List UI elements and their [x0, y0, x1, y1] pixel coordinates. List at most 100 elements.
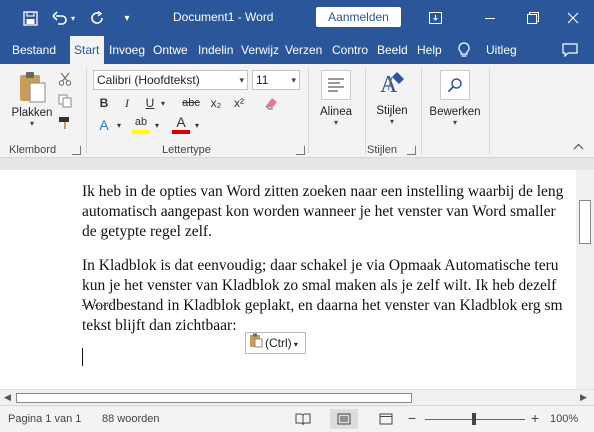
paragraph-2-line-1: In Kladblok is dat eenvoudig; daar schak… — [82, 257, 559, 274]
minimize-icon[interactable] — [480, 8, 500, 28]
paragraph-1-line-2: automatisch aangepast kon worden wanneer… — [82, 203, 556, 220]
paragraph-2-line-2: kun je het venster van Kladblok zo smal … — [82, 277, 557, 294]
tell-me-search[interactable]: Uitleg — [486, 36, 526, 64]
read-mode-icon[interactable] — [295, 411, 311, 427]
group-divider — [365, 68, 366, 154]
tab-ontwerpen[interactable]: Ontwe — [153, 36, 190, 64]
paste-icon — [20, 72, 46, 103]
web-layout-icon[interactable] — [378, 411, 394, 427]
paragraph-2-line-3: Wordbestand in Kladblok geplakt, en daar… — [82, 297, 563, 314]
chevron-down-icon: ▾ — [239, 75, 244, 85]
paste-options-label: (Ctrl) — [265, 336, 292, 350]
font-name-select[interactable]: Calibri (Hoofdtekst) ▾ — [93, 70, 248, 90]
font-launcher-icon[interactable] — [296, 146, 305, 155]
document-area[interactable]: Ik heb in de opties van Word zitten zoek… — [0, 158, 594, 389]
page-count[interactable]: Pagina 1 van 1 — [8, 413, 81, 425]
chevron-down-icon: ▾ — [389, 117, 394, 126]
font-name-value: Calibri (Hoofdtekst) — [97, 73, 200, 87]
paragraph-button[interactable]: Alinea ▾ — [314, 68, 358, 138]
subscript-button[interactable]: x₂ — [207, 94, 225, 112]
vertical-scrollbar[interactable] — [576, 170, 594, 389]
search-icon — [440, 70, 470, 100]
collapse-ribbon-icon[interactable] — [573, 141, 584, 153]
document-title: Document1 - Word — [173, 10, 274, 24]
paste-button[interactable]: Plakken ▾ — [8, 70, 56, 138]
close-icon[interactable] — [563, 8, 583, 28]
clipboard-launcher-icon[interactable] — [72, 146, 81, 155]
chevron-down-icon: ▾ — [333, 118, 338, 127]
chevron-down-icon: ▾ — [291, 75, 296, 85]
print-layout-icon[interactable] — [330, 409, 358, 429]
horizontal-scrollbar[interactable]: ◀ ▶ — [0, 389, 594, 405]
tab-invoegen[interactable]: Invoeg — [109, 36, 149, 64]
redo-icon[interactable] — [88, 9, 106, 27]
strikethrough-button[interactable]: abc — [180, 94, 202, 112]
tab-start[interactable]: Start — [70, 36, 104, 64]
comments-icon[interactable] — [562, 36, 580, 64]
vertical-scrollbar-thumb[interactable] — [579, 200, 591, 244]
word-count[interactable]: 88 woorden — [102, 413, 160, 425]
scroll-right-icon[interactable]: ▶ — [580, 392, 587, 403]
group-divider — [421, 68, 422, 154]
ribbon-display-options-icon[interactable] — [425, 8, 445, 28]
group-divider — [308, 68, 309, 154]
paragraph-label: Alinea — [320, 106, 352, 118]
styles-launcher-icon[interactable] — [407, 146, 416, 155]
restore-icon[interactable] — [523, 8, 543, 28]
sign-in-button[interactable]: Aanmelden — [316, 7, 401, 27]
zoom-level[interactable]: 100% — [550, 413, 578, 425]
tab-beeld[interactable]: Beeld — [377, 36, 409, 64]
underline-button[interactable]: U — [141, 94, 159, 112]
editing-label: Bewerken — [429, 106, 481, 118]
paste-label: Plakken — [11, 107, 53, 119]
zoom-slider-thumb[interactable] — [472, 413, 476, 425]
group-divider — [86, 68, 87, 154]
font-size-value: 11 — [256, 73, 269, 87]
chevron-down-icon: ▾ — [291, 340, 298, 349]
horizontal-scrollbar-thumb[interactable] — [16, 393, 412, 403]
highlight-dropdown-icon[interactable]: ▾ — [152, 116, 162, 134]
text-effects-button[interactable]: A — [95, 116, 113, 134]
tab-indeling[interactable]: Indelin — [198, 36, 236, 64]
styles-button[interactable]: A Stijlen ▾ — [368, 68, 416, 138]
styles-group-label: Stijlen — [367, 144, 397, 156]
highlight-button[interactable]: ab — [132, 114, 150, 134]
font-group-label: Lettertype — [162, 144, 211, 156]
underline-dropdown-icon[interactable]: ▾ — [158, 94, 168, 112]
tab-controleren[interactable]: Contro — [332, 36, 370, 64]
paste-options-button[interactable]: (Ctrl) ▾ — [245, 332, 306, 354]
customize-quick-access-icon[interactable]: ▾ — [118, 9, 136, 27]
group-divider — [489, 68, 490, 154]
tab-verzendlijsten[interactable]: Verzen — [285, 36, 325, 64]
undo-icon[interactable] — [51, 9, 69, 27]
title-bar: ▾ ▾ Document1 - Word Aanmelden — [0, 0, 594, 36]
styles-icon: A — [380, 72, 404, 98]
tab-bestand[interactable]: Bestand — [12, 36, 60, 64]
font-color-button[interactable]: A — [172, 114, 190, 134]
bold-button[interactable]: B — [95, 94, 113, 112]
tab-help[interactable]: Help — [417, 36, 445, 64]
format-painter-icon[interactable] — [56, 114, 74, 132]
text-effects-dropdown-icon[interactable]: ▾ — [114, 116, 124, 134]
font-color-dropdown-icon[interactable]: ▾ — [192, 116, 202, 134]
tab-verwijzingen[interactable]: Verwijz — [241, 36, 280, 64]
scroll-left-icon[interactable]: ◀ — [4, 392, 11, 403]
cut-icon[interactable] — [56, 70, 74, 88]
text-cursor — [82, 348, 83, 366]
zoom-out-button[interactable]: − — [408, 410, 416, 426]
italic-button[interactable]: I — [118, 94, 136, 112]
font-size-select[interactable]: 11 ▾ — [252, 70, 300, 90]
undo-dropdown-icon[interactable]: ▾ — [68, 9, 78, 27]
clear-formatting-icon[interactable] — [262, 94, 280, 112]
clipboard-group-label: Klembord — [9, 144, 57, 156]
paragraph-1-line-3: de getypte regel zelf. — [82, 223, 212, 240]
editing-button[interactable]: Bewerken ▾ — [425, 68, 485, 138]
lightbulb-icon[interactable] — [458, 36, 474, 64]
save-icon[interactable] — [21, 9, 39, 27]
superscript-button[interactable]: x² — [230, 94, 248, 112]
zoom-in-button[interactable]: + — [531, 410, 539, 426]
copy-icon[interactable] — [56, 92, 74, 110]
status-bar: Pagina 1 van 1 88 woorden − + 100% — [0, 405, 594, 432]
paragraph-icon — [321, 70, 351, 100]
paste-dropdown-icon[interactable]: ▾ — [8, 119, 56, 128]
